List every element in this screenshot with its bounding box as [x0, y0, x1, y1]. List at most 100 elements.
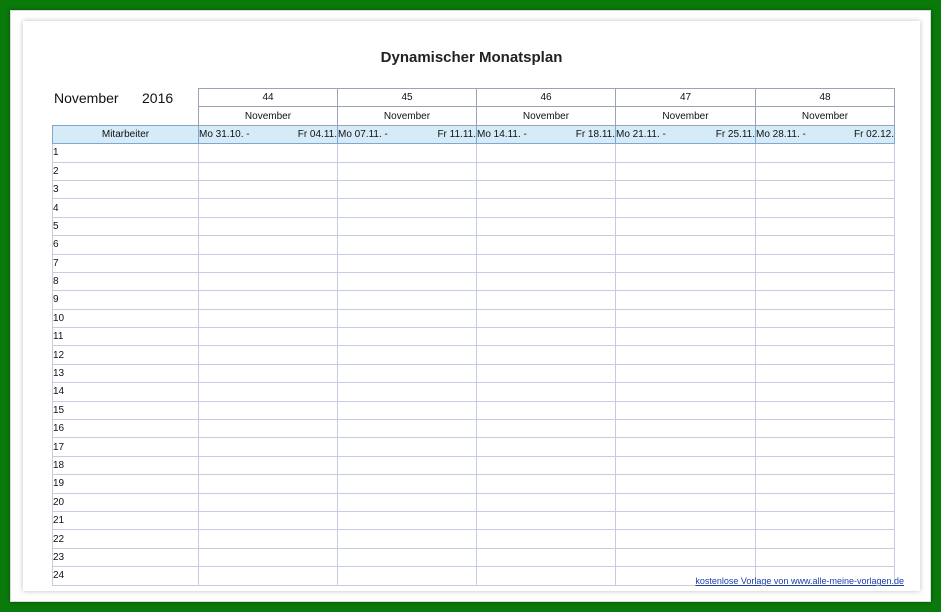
- schedule-cell[interactable]: [198, 179, 338, 200]
- schedule-cell[interactable]: [755, 143, 895, 163]
- schedule-cell[interactable]: [198, 455, 338, 476]
- schedule-cell[interactable]: [755, 419, 895, 439]
- schedule-cell[interactable]: [476, 290, 616, 310]
- row-number-cell[interactable]: 22: [52, 529, 199, 549]
- schedule-cell[interactable]: [615, 198, 756, 218]
- schedule-cell[interactable]: [337, 547, 477, 568]
- row-number-cell[interactable]: 5: [52, 216, 199, 237]
- schedule-cell[interactable]: [476, 455, 616, 476]
- row-number-cell[interactable]: 7: [52, 253, 199, 273]
- schedule-cell[interactable]: [615, 345, 756, 365]
- schedule-cell[interactable]: [755, 271, 895, 292]
- row-number-cell[interactable]: 12: [52, 345, 199, 365]
- schedule-cell[interactable]: [476, 474, 616, 494]
- row-number-cell[interactable]: 3: [52, 179, 199, 200]
- schedule-cell[interactable]: [337, 455, 477, 476]
- schedule-cell[interactable]: [337, 566, 477, 586]
- schedule-cell[interactable]: [198, 235, 338, 255]
- schedule-cell[interactable]: [615, 529, 756, 549]
- schedule-cell[interactable]: [337, 345, 477, 365]
- schedule-cell[interactable]: [615, 271, 756, 292]
- row-number-cell[interactable]: 24: [52, 566, 199, 586]
- schedule-cell[interactable]: [615, 235, 756, 255]
- schedule-cell[interactable]: [755, 529, 895, 549]
- schedule-cell[interactable]: [198, 419, 338, 439]
- schedule-cell[interactable]: [755, 198, 895, 218]
- row-number-cell[interactable]: 20: [52, 492, 199, 512]
- schedule-cell[interactable]: [476, 235, 616, 255]
- schedule-cell[interactable]: [198, 474, 338, 494]
- schedule-cell[interactable]: [755, 235, 895, 255]
- schedule-cell[interactable]: [755, 400, 895, 421]
- schedule-cell[interactable]: [198, 363, 338, 384]
- schedule-cell[interactable]: [198, 437, 338, 457]
- schedule-cell[interactable]: [198, 290, 338, 310]
- schedule-cell[interactable]: [476, 327, 616, 347]
- schedule-cell[interactable]: [755, 308, 895, 329]
- schedule-cell[interactable]: [337, 474, 477, 494]
- schedule-cell[interactable]: [615, 253, 756, 273]
- schedule-cell[interactable]: [476, 419, 616, 439]
- schedule-cell[interactable]: [615, 308, 756, 329]
- schedule-cell[interactable]: [337, 327, 477, 347]
- row-number-cell[interactable]: 16: [52, 419, 199, 439]
- schedule-cell[interactable]: [198, 271, 338, 292]
- schedule-cell[interactable]: [337, 198, 477, 218]
- schedule-cell[interactable]: [337, 308, 477, 329]
- schedule-cell[interactable]: [337, 253, 477, 273]
- schedule-cell[interactable]: [476, 566, 616, 586]
- schedule-cell[interactable]: [476, 143, 616, 163]
- schedule-cell[interactable]: [198, 510, 338, 531]
- schedule-cell[interactable]: [198, 253, 338, 273]
- schedule-cell[interactable]: [755, 363, 895, 384]
- schedule-cell[interactable]: [198, 400, 338, 421]
- schedule-cell[interactable]: [615, 455, 756, 476]
- row-number-cell[interactable]: 6: [52, 235, 199, 255]
- schedule-cell[interactable]: [337, 235, 477, 255]
- schedule-cell[interactable]: [476, 345, 616, 365]
- schedule-cell[interactable]: [198, 547, 338, 568]
- schedule-cell[interactable]: [476, 179, 616, 200]
- schedule-cell[interactable]: [476, 400, 616, 421]
- footer-link[interactable]: kostenlose Vorlage von www.alle-meine-vo…: [695, 576, 904, 586]
- schedule-cell[interactable]: [615, 492, 756, 512]
- schedule-cell[interactable]: [476, 253, 616, 273]
- schedule-cell[interactable]: [198, 308, 338, 329]
- schedule-cell[interactable]: [337, 143, 477, 163]
- schedule-cell[interactable]: [476, 437, 616, 457]
- schedule-cell[interactable]: [615, 382, 756, 402]
- row-number-cell[interactable]: 8: [52, 271, 199, 292]
- schedule-cell[interactable]: [755, 345, 895, 365]
- schedule-cell[interactable]: [476, 198, 616, 218]
- schedule-cell[interactable]: [615, 161, 756, 181]
- schedule-cell[interactable]: [615, 419, 756, 439]
- schedule-cell[interactable]: [198, 143, 338, 163]
- schedule-cell[interactable]: [337, 179, 477, 200]
- schedule-cell[interactable]: [476, 216, 616, 237]
- schedule-cell[interactable]: [198, 382, 338, 402]
- row-number-cell[interactable]: 13: [52, 363, 199, 384]
- schedule-cell[interactable]: [755, 455, 895, 476]
- schedule-cell[interactable]: [615, 290, 756, 310]
- row-number-cell[interactable]: 2: [52, 161, 199, 181]
- schedule-cell[interactable]: [198, 327, 338, 347]
- schedule-cell[interactable]: [755, 382, 895, 402]
- schedule-cell[interactable]: [755, 474, 895, 494]
- schedule-cell[interactable]: [198, 529, 338, 549]
- schedule-cell[interactable]: [337, 216, 477, 237]
- row-number-cell[interactable]: 1: [52, 143, 199, 163]
- schedule-cell[interactable]: [476, 547, 616, 568]
- schedule-cell[interactable]: [755, 492, 895, 512]
- schedule-cell[interactable]: [476, 308, 616, 329]
- schedule-cell[interactable]: [476, 382, 616, 402]
- row-number-cell[interactable]: 4: [52, 198, 199, 218]
- schedule-cell[interactable]: [337, 437, 477, 457]
- row-number-cell[interactable]: 23: [52, 547, 199, 568]
- schedule-cell[interactable]: [198, 345, 338, 365]
- schedule-cell[interactable]: [337, 492, 477, 512]
- schedule-cell[interactable]: [755, 253, 895, 273]
- schedule-cell[interactable]: [337, 382, 477, 402]
- schedule-cell[interactable]: [476, 529, 616, 549]
- schedule-cell[interactable]: [615, 437, 756, 457]
- schedule-cell[interactable]: [476, 161, 616, 181]
